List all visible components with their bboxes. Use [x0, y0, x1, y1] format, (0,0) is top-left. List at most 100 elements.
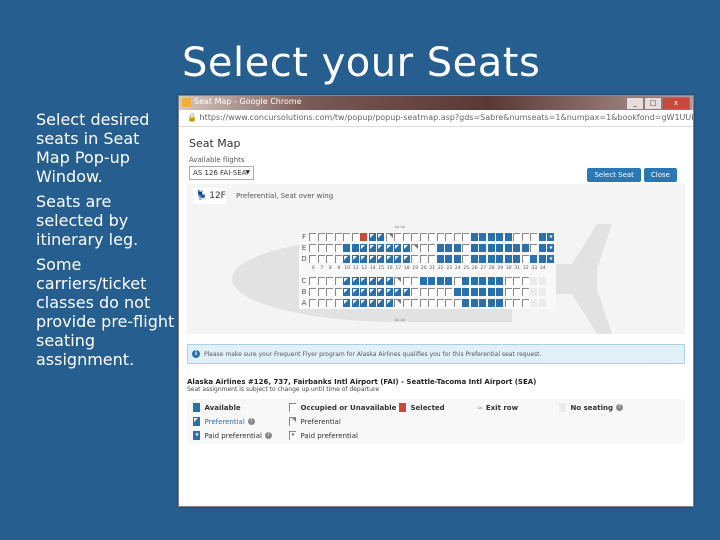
seat-14B[interactable] [368, 288, 376, 296]
seat-29B[interactable] [496, 288, 503, 296]
seat-15F[interactable] [377, 233, 384, 241]
seat-16C[interactable] [385, 277, 393, 285]
seat-29E[interactable] [496, 244, 503, 252]
seat-E[interactable]: ★ [547, 244, 554, 252]
url-bar[interactable]: 🔒 https://www.concursolutions.com/tw/pop… [179, 110, 693, 127]
select-seat-button[interactable]: Select Seat [587, 168, 641, 182]
seat-17B[interactable] [394, 288, 401, 296]
seat-F[interactable]: ★ [547, 233, 554, 241]
seat-30F[interactable] [504, 233, 512, 241]
seat-27E[interactable] [479, 244, 486, 252]
seat-12A[interactable] [360, 299, 367, 307]
seat-11C[interactable] [351, 277, 359, 285]
seat-15D[interactable] [377, 255, 384, 263]
seat-14F[interactable] [368, 233, 376, 241]
seat-28C[interactable] [487, 277, 495, 285]
seat-16A[interactable] [385, 299, 393, 307]
seat-21C[interactable] [428, 277, 435, 285]
seat-23D[interactable] [445, 255, 452, 263]
seat-24E[interactable] [453, 244, 461, 252]
seat-28A[interactable] [487, 299, 495, 307]
seat-29F[interactable] [496, 233, 503, 241]
seat-11E[interactable] [351, 244, 359, 252]
seat-11D[interactable] [351, 255, 359, 263]
seat-D[interactable]: ★ [547, 255, 554, 263]
seat-24B[interactable] [453, 288, 461, 296]
help-icon[interactable]: ? [247, 418, 255, 425]
seat-26C[interactable] [470, 277, 478, 285]
seat-10C[interactable] [343, 277, 350, 285]
seat-12F[interactable] [360, 233, 367, 241]
seat-33D[interactable] [530, 255, 537, 263]
seat-30E[interactable] [504, 244, 512, 252]
seat-28E[interactable] [487, 244, 495, 252]
help-icon[interactable]: ? [264, 432, 272, 439]
seat-15B[interactable] [377, 288, 384, 296]
seat-16E[interactable] [385, 244, 393, 252]
seat-29D[interactable] [496, 255, 503, 263]
seat-10D[interactable] [343, 255, 350, 263]
seat-26A[interactable] [470, 299, 478, 307]
seat-10E[interactable] [343, 244, 350, 252]
seat-25C[interactable] [462, 277, 469, 285]
window-titlebar[interactable]: Seat Map - Google Chrome _ □ x [179, 96, 693, 110]
minimize-button[interactable]: _ [626, 97, 644, 110]
seat-12B[interactable] [360, 288, 367, 296]
seat-28B[interactable] [487, 288, 495, 296]
seat-15A[interactable] [377, 299, 384, 307]
seat-15C[interactable] [377, 277, 384, 285]
seat-26B[interactable] [470, 288, 478, 296]
seat-16B[interactable] [385, 288, 393, 296]
seat-24D[interactable] [453, 255, 461, 263]
seat-27D[interactable] [479, 255, 486, 263]
seat-20C[interactable] [419, 277, 427, 285]
seat-26D[interactable] [470, 255, 478, 263]
seat-11B[interactable] [351, 288, 359, 296]
help-icon[interactable]: ? [615, 404, 623, 411]
maximize-button[interactable]: □ [644, 97, 662, 110]
seat-12D[interactable] [360, 255, 367, 263]
seat-34F[interactable] [538, 233, 546, 241]
seat-27F[interactable] [479, 233, 486, 241]
seat-17E[interactable] [394, 244, 401, 252]
seat-29A[interactable] [496, 299, 503, 307]
seat-28F[interactable] [487, 233, 495, 241]
seat-22E[interactable] [436, 244, 444, 252]
seat-10A[interactable] [343, 299, 350, 307]
seat-28D[interactable] [487, 255, 495, 263]
seat-29C[interactable] [496, 277, 503, 285]
seat-31D[interactable] [513, 255, 520, 263]
seat-18E[interactable] [402, 244, 410, 252]
seat-34E[interactable] [538, 244, 546, 252]
seat-23E[interactable] [445, 244, 452, 252]
seat-14D[interactable] [368, 255, 376, 263]
seat-26E[interactable] [470, 244, 478, 252]
seat-27A[interactable] [479, 299, 486, 307]
close-window-button[interactable]: x [662, 97, 690, 110]
seat-18D[interactable] [402, 255, 410, 263]
seat-12E[interactable] [360, 244, 367, 252]
seat-27B[interactable] [479, 288, 486, 296]
flight-select[interactable]: AS 126 FAI-SEA ▼ [189, 166, 254, 180]
seat-14C[interactable] [368, 277, 376, 285]
seat-23C[interactable] [445, 277, 452, 285]
seat-25A[interactable] [462, 299, 469, 307]
seat-31E[interactable] [513, 244, 520, 252]
seat-26F[interactable] [470, 233, 478, 241]
seat-16D[interactable] [385, 255, 393, 263]
seat-30D[interactable] [504, 255, 512, 263]
seat-14E[interactable] [368, 244, 376, 252]
seat-18B[interactable] [402, 288, 410, 296]
seat-15E[interactable] [377, 244, 384, 252]
seat-34D[interactable] [538, 255, 546, 263]
seat-27C[interactable] [479, 277, 486, 285]
seat-11A[interactable] [351, 299, 359, 307]
close-button[interactable]: Close [643, 168, 677, 182]
seat-32E[interactable] [521, 244, 529, 252]
seat-12C[interactable] [360, 277, 367, 285]
seat-22C[interactable] [436, 277, 444, 285]
seat-22D[interactable] [436, 255, 444, 263]
seat-14A[interactable] [368, 299, 376, 307]
seat-10B[interactable] [343, 288, 350, 296]
seat-25B[interactable] [462, 288, 469, 296]
